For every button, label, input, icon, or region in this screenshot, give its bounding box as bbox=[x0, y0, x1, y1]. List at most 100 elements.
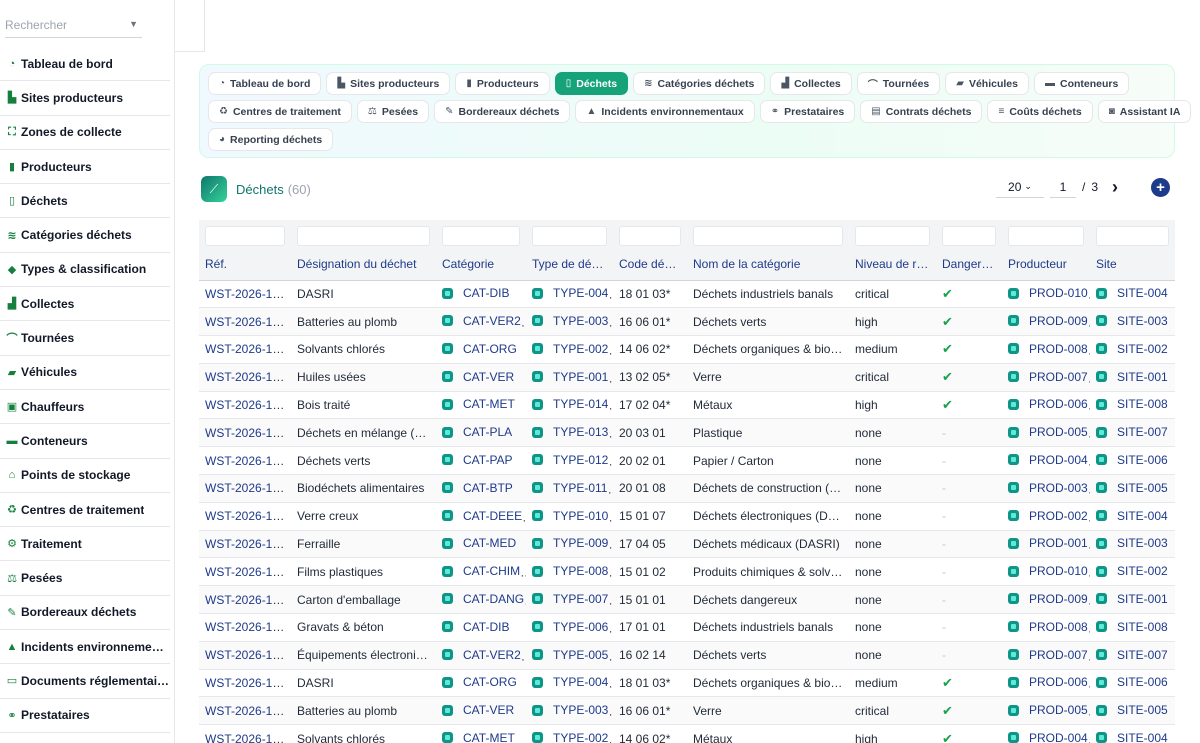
sidebar-item-tableau-de-bord[interactable]: ◔ Tableau de bord bbox=[0, 47, 170, 82]
relation-link[interactable]: CAT-PAP bbox=[442, 453, 513, 467]
sidebar-item-d-chets[interactable]: ▯ Déchets bbox=[0, 184, 170, 219]
relation-link[interactable]: SITE-008 bbox=[1096, 397, 1168, 411]
relation-link[interactable]: SITE-006 bbox=[1096, 675, 1168, 689]
tab-conteneurs[interactable]: ▬ Conteneurs bbox=[1033, 72, 1130, 95]
table-row[interactable]: WST-2026-1049 Carton d'emballage CAT-DANG T… bbox=[199, 585, 1175, 615]
relation-link[interactable]: CAT-DIB bbox=[442, 620, 509, 634]
relation-link[interactable]: SITE-005 bbox=[1096, 481, 1168, 495]
sidebar-item-producteurs[interactable]: ▮ Producteurs bbox=[0, 150, 170, 185]
column-header[interactable]: Réf. bbox=[199, 248, 291, 281]
relation-link[interactable]: PROD-007 bbox=[1008, 370, 1088, 384]
relation-link[interactable]: PROD-004 bbox=[1008, 731, 1088, 743]
record-ref-link[interactable]: WST-2026-1044 bbox=[205, 732, 291, 743]
sidebar-item-centres-de-traitement[interactable]: ♻ Centres de traitement bbox=[0, 493, 170, 528]
relation-link[interactable]: SITE-001 bbox=[1096, 592, 1168, 606]
relation-link[interactable]: TYPE-011 bbox=[532, 481, 607, 495]
column-header[interactable]: Type de déc… bbox=[526, 248, 613, 281]
per-page-select[interactable]: 20 ⌄ bbox=[996, 176, 1044, 198]
record-ref-link[interactable]: WST-2026-1054 bbox=[205, 454, 291, 468]
relation-link[interactable]: TYPE-001 bbox=[532, 370, 608, 384]
table-row[interactable]: WST-2026-1056 Bois traité CAT-MET TYPE-014 1… bbox=[199, 391, 1175, 420]
relation-link[interactable]: PROD-005 bbox=[1008, 703, 1088, 717]
relation-link[interactable]: CAT-ORG bbox=[442, 675, 517, 689]
relation-link[interactable]: TYPE-013 bbox=[532, 425, 608, 439]
search-box[interactable]: ▼ bbox=[5, 14, 142, 38]
tab-incidents-environnementaux[interactable]: ▲ Incidents environnementaux bbox=[575, 100, 755, 123]
table-row[interactable]: WST-2026-1045 Batteries au plomb CAT-VER TY… bbox=[199, 696, 1175, 726]
sidebar-item-types-classification[interactable]: ◆ Types & classification bbox=[0, 253, 170, 288]
column-filter-input[interactable] bbox=[297, 226, 430, 246]
relation-link[interactable]: CAT-ORG bbox=[442, 342, 517, 356]
tab-pes-es[interactable]: ⚖ Pesées bbox=[356, 100, 430, 123]
relation-link[interactable]: TYPE-003 bbox=[532, 314, 608, 328]
relation-link[interactable]: CAT-VER2 bbox=[442, 314, 521, 328]
column-filter-input[interactable] bbox=[205, 226, 285, 246]
column-header[interactable]: Catégorie bbox=[436, 248, 526, 281]
relation-link[interactable]: PROD-006 bbox=[1008, 675, 1088, 689]
table-row[interactable]: WST-2026-1052 Verre creux CAT-DEEE TYPE-010… bbox=[199, 502, 1175, 531]
relation-link[interactable]: CAT-BTP bbox=[442, 481, 513, 495]
column-header[interactable]: Site bbox=[1090, 248, 1175, 281]
tab-tableau-de-bord[interactable]: ◔ Tableau de bord bbox=[208, 72, 322, 95]
table-row[interactable]: WST-2026-1050 Films plastiques CAT-CHIM TYP… bbox=[199, 557, 1175, 587]
record-ref-link[interactable]: WST-2026-1045 bbox=[205, 704, 291, 718]
relation-link[interactable]: CAT-MED bbox=[442, 536, 516, 550]
relation-link[interactable]: CAT-CHIM bbox=[442, 564, 520, 578]
tab-cat-gories-d-chets[interactable]: ≋ Catégories déchets bbox=[633, 72, 766, 95]
column-header[interactable]: Producteur bbox=[1002, 248, 1090, 281]
relation-link[interactable]: SITE-008 bbox=[1096, 620, 1168, 634]
search-input[interactable] bbox=[5, 14, 125, 36]
relation-link[interactable]: SITE-002 bbox=[1096, 342, 1168, 356]
table-row[interactable]: WST-2026-1060 DASRI CAT-DIB TYPE-004 18 01 0… bbox=[199, 280, 1175, 309]
column-filter-input[interactable] bbox=[1008, 226, 1084, 246]
column-header[interactable]: Dangereux bbox=[936, 248, 1002, 281]
relation-link[interactable]: PROD-009 bbox=[1008, 314, 1088, 328]
record-ref-link[interactable]: WST-2026-1052 bbox=[205, 509, 291, 523]
relation-link[interactable]: TYPE-007 bbox=[532, 592, 608, 606]
table-row[interactable]: WST-2026-1055 Déchets en mélange (DIB) CAT… bbox=[199, 418, 1175, 448]
table-row[interactable]: WST-2026-1053 Biodéchets alimentaires CAT-… bbox=[199, 474, 1175, 503]
relation-link[interactable]: SITE-007 bbox=[1096, 648, 1168, 662]
table-row[interactable]: WST-2026-1046 DASRI CAT-ORG TYPE-004 18 01 0… bbox=[199, 669, 1175, 698]
tab-sites-producteurs[interactable]: ▙ Sites producteurs bbox=[326, 72, 451, 95]
relation-link[interactable]: TYPE-005 bbox=[532, 648, 608, 662]
table-row[interactable]: WST-2026-1051 Ferraille CAT-MED TYPE-009 17 … bbox=[199, 530, 1175, 559]
relation-link[interactable]: CAT-DANG bbox=[442, 592, 524, 606]
relation-link[interactable]: SITE-005 bbox=[1096, 703, 1168, 717]
sidebar-item-bordereaux-d-chets[interactable]: ✎ Bordereaux déchets bbox=[0, 596, 170, 631]
relation-link[interactable]: SITE-002 bbox=[1096, 564, 1168, 578]
sidebar-item-cat-gories-d-chets[interactable]: ≋ Catégories déchets bbox=[0, 218, 170, 253]
relation-link[interactable]: PROD-009 bbox=[1008, 592, 1088, 606]
relation-link[interactable]: CAT-VER2 bbox=[442, 648, 521, 662]
relation-link[interactable]: TYPE-002 bbox=[532, 731, 608, 743]
relation-link[interactable]: PROD-006 bbox=[1008, 397, 1088, 411]
relation-link[interactable]: CAT-DIB bbox=[442, 286, 509, 300]
sidebar-item-pes-es[interactable]: ⚖ Pesées bbox=[0, 561, 170, 596]
relation-link[interactable]: TYPE-010 bbox=[532, 509, 608, 523]
tab-contrats-d-chets[interactable]: ▤ Contrats déchets bbox=[860, 100, 983, 123]
record-ref-link[interactable]: WST-2026-1057 bbox=[205, 370, 291, 384]
tab-tourn-es[interactable]: ⌒ Tournées bbox=[856, 72, 941, 95]
record-ref-link[interactable]: WST-2026-1056 bbox=[205, 398, 291, 412]
relation-link[interactable]: SITE-003 bbox=[1096, 536, 1168, 550]
table-row[interactable]: WST-2026-1048 Gravats & béton CAT-DIB TYPE-… bbox=[199, 613, 1175, 642]
column-filter-input[interactable] bbox=[532, 226, 607, 246]
relation-link[interactable]: SITE-007 bbox=[1096, 425, 1168, 439]
column-filter-input[interactable] bbox=[442, 226, 520, 246]
relation-link[interactable]: PROD-003 bbox=[1008, 481, 1088, 495]
relation-link[interactable]: CAT-PLA bbox=[442, 425, 512, 439]
sidebar-item-prestataires[interactable]: ⚭ Prestataires bbox=[0, 699, 170, 733]
relation-link[interactable]: PROD-005 bbox=[1008, 425, 1088, 439]
record-ref-link[interactable]: WST-2026-1055 bbox=[205, 426, 291, 440]
relation-link[interactable]: PROD-010 bbox=[1008, 564, 1088, 578]
table-row[interactable]: WST-2026-1057 Huiles usées CAT-VER TYPE-001… bbox=[199, 363, 1175, 392]
table-row[interactable]: WST-2026-1058 Solvants chlorés CAT-ORG TYPE… bbox=[199, 335, 1175, 364]
relation-link[interactable]: SITE-004 bbox=[1096, 509, 1168, 523]
relation-link[interactable]: PROD-004 bbox=[1008, 453, 1088, 467]
record-ref-link[interactable]: WST-2026-1050 bbox=[205, 565, 291, 579]
sidebar-item-points-de-stockage[interactable]: ⌂ Points de stockage bbox=[0, 459, 170, 493]
tab-producteurs[interactable]: ▮ Producteurs bbox=[455, 72, 550, 95]
column-filter-input[interactable] bbox=[942, 226, 996, 246]
relation-link[interactable]: SITE-004 bbox=[1096, 286, 1168, 300]
column-header[interactable]: Niveau de ri… bbox=[849, 248, 936, 281]
